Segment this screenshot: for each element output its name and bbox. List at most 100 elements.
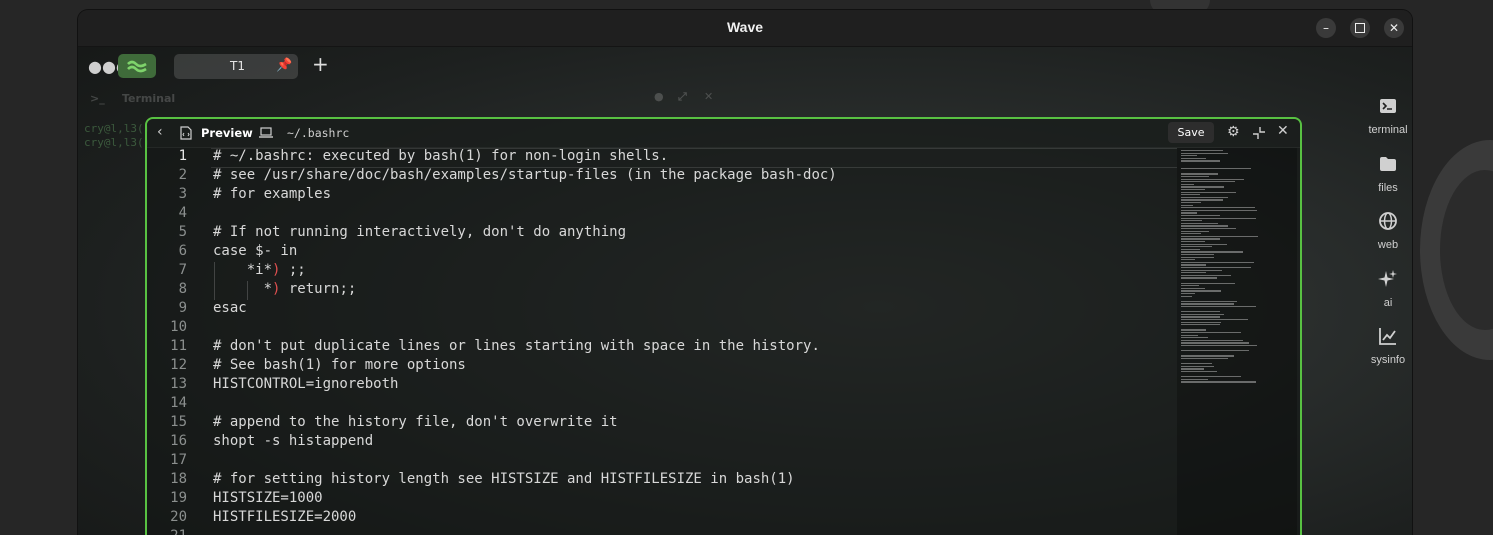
code-text: case $- in bbox=[213, 243, 298, 259]
minimap-line bbox=[1181, 311, 1220, 313]
code-line[interactable]: 19 HISTSIZE=1000 bbox=[147, 490, 1177, 509]
minimap-line bbox=[1181, 376, 1241, 378]
terminal-icon: >_ bbox=[90, 92, 105, 105]
minimap-line bbox=[1181, 339, 1243, 341]
code-line[interactable]: 6 case $- in bbox=[147, 243, 1177, 262]
minimap[interactable] bbox=[1177, 148, 1297, 535]
minimap-line bbox=[1181, 199, 1224, 201]
minimap-line bbox=[1181, 196, 1229, 198]
file-path[interactable]: ~/.bashrc bbox=[287, 126, 349, 140]
minimap-line bbox=[1181, 313, 1224, 315]
line-number: 1 bbox=[178, 148, 187, 164]
save-button[interactable]: Save bbox=[1168, 122, 1214, 143]
minimap-line bbox=[1181, 287, 1205, 289]
minimap-line bbox=[1181, 342, 1250, 344]
minimap-line bbox=[1181, 277, 1218, 279]
line-number: 20 bbox=[170, 509, 187, 525]
code-text: *i*) ;; bbox=[213, 262, 306, 278]
back-icon[interactable]: ‹ bbox=[157, 124, 163, 140]
minimap-line bbox=[1181, 316, 1220, 318]
code-text: HISTSIZE=1000 bbox=[213, 490, 323, 506]
minimap-line bbox=[1181, 202, 1202, 204]
code-line[interactable]: 2 # see /usr/share/doc/bash/examples/star… bbox=[147, 167, 1177, 186]
pin-icon[interactable]: 📌 bbox=[276, 58, 292, 73]
minimize-block-icon[interactable] bbox=[1252, 126, 1266, 140]
laptop-icon[interactable] bbox=[259, 127, 273, 139]
minimize-button[interactable]: – bbox=[1316, 18, 1336, 38]
code-line[interactable]: 10 bbox=[147, 319, 1177, 338]
code-text: *) return;; bbox=[213, 281, 357, 297]
code-editor[interactable]: 1 # ~/.bashrc: executed by bash(1) for no… bbox=[147, 148, 1177, 535]
code-line[interactable]: 21 bbox=[147, 528, 1177, 535]
minimap-line bbox=[1181, 191, 1237, 193]
code-text: # for examples bbox=[213, 186, 332, 202]
minimap-line bbox=[1181, 332, 1241, 334]
code-line[interactable]: 14 bbox=[147, 395, 1177, 414]
code-line[interactable]: 17 bbox=[147, 452, 1177, 471]
minimap-line bbox=[1181, 215, 1221, 217]
sidebar-item-files[interactable]: files bbox=[1360, 154, 1412, 194]
minimap-line bbox=[1181, 319, 1248, 321]
sidebar-item-sysinfo[interactable]: sysinfo bbox=[1360, 326, 1412, 366]
minimap-line bbox=[1181, 204, 1193, 206]
minimap-line bbox=[1181, 264, 1206, 266]
line-number: 2 bbox=[178, 167, 187, 183]
line-number: 19 bbox=[170, 490, 187, 506]
minimap-line bbox=[1181, 274, 1232, 276]
code-line[interactable]: 16 shopt -s histappend bbox=[147, 433, 1177, 452]
code-line[interactable]: 13 HISTCONTROL=ignoreboth bbox=[147, 376, 1177, 395]
minimize-icon: – bbox=[1323, 21, 1329, 35]
minimap-line bbox=[1181, 217, 1256, 219]
close-icon[interactable]: ✕ bbox=[1277, 123, 1289, 139]
add-tab-button[interactable]: + bbox=[312, 52, 329, 76]
sidebar-item-web[interactable]: web bbox=[1360, 211, 1412, 251]
minimap-line bbox=[1181, 381, 1256, 383]
line-number: 14 bbox=[170, 395, 187, 411]
code-line[interactable]: 8 *) return;; bbox=[147, 281, 1177, 300]
chart-icon bbox=[1379, 328, 1396, 345]
tab-t1[interactable]: T1 📌 bbox=[174, 54, 298, 79]
code-line[interactable]: 20 HISTFILESIZE=2000 bbox=[147, 509, 1177, 528]
code-line[interactable]: 7 *i*) ;; bbox=[147, 262, 1177, 281]
title-bar[interactable]: Wave – ✕ bbox=[78, 10, 1412, 47]
sidebar-item-label: ai bbox=[1383, 297, 1393, 309]
background-terminal-header[interactable]: >_ Terminal ● ⤢ ✕ bbox=[84, 90, 714, 112]
code-line[interactable]: 9 esac bbox=[147, 300, 1177, 319]
code-line[interactable]: 4 bbox=[147, 205, 1177, 224]
code-line[interactable]: 12 # See bash(1) for more options bbox=[147, 357, 1177, 376]
sidebar-item-terminal[interactable]: terminal bbox=[1360, 96, 1412, 136]
code-line[interactable]: 3 # for examples bbox=[147, 186, 1177, 205]
minimap-line bbox=[1181, 181, 1236, 183]
settings-icon[interactable]: ⚙ bbox=[1227, 124, 1240, 140]
code-line[interactable]: 11 # don't put duplicate lines or lines s… bbox=[147, 338, 1177, 357]
desktop: Wave – ✕ ●●● T1 📌 + >_ Terminal ● ⤢ ✕ cr… bbox=[0, 0, 1493, 535]
code-line[interactable]: 18 # for setting history length see HISTS… bbox=[147, 471, 1177, 490]
code-text: # don't put duplicate lines or lines sta… bbox=[213, 338, 820, 354]
sidebar-item-label: sysinfo bbox=[1370, 354, 1406, 366]
sidebar-item-ai[interactable]: ai bbox=[1360, 269, 1412, 309]
line-number: 16 bbox=[170, 433, 187, 449]
maximize-button[interactable] bbox=[1350, 18, 1370, 38]
minimap-line bbox=[1181, 290, 1221, 292]
minimap-line bbox=[1181, 269, 1222, 271]
code-line[interactable]: 15 # append to the history file, don't ov… bbox=[147, 414, 1177, 433]
minimap-line bbox=[1181, 212, 1198, 214]
minimap-line bbox=[1181, 345, 1257, 347]
minimap-line bbox=[1181, 222, 1219, 224]
minimap-line bbox=[1181, 282, 1235, 284]
minimap-line bbox=[1181, 363, 1212, 365]
code-line[interactable]: 5 # If not running interactively, don't d… bbox=[147, 224, 1177, 243]
minimap-line bbox=[1181, 254, 1214, 256]
line-number: 4 bbox=[178, 205, 187, 221]
minimap-line bbox=[1181, 189, 1206, 191]
code-token: ;; bbox=[280, 262, 306, 278]
minimap-line bbox=[1181, 261, 1254, 263]
block-header: ‹ Preview ~/.bashrc Save ⚙ ✕ bbox=[147, 119, 1300, 148]
close-window-button[interactable]: ✕ bbox=[1384, 18, 1404, 38]
wave-logo-button[interactable] bbox=[118, 54, 156, 78]
terminal-icon bbox=[1380, 99, 1396, 113]
close-icon: ✕ bbox=[1388, 21, 1400, 35]
code-text: shopt -s histappend bbox=[213, 433, 374, 449]
code-text: # If not running interactively, don't do… bbox=[213, 224, 627, 240]
code-line[interactable]: 1 # ~/.bashrc: executed by bash(1) for no… bbox=[147, 148, 1177, 167]
